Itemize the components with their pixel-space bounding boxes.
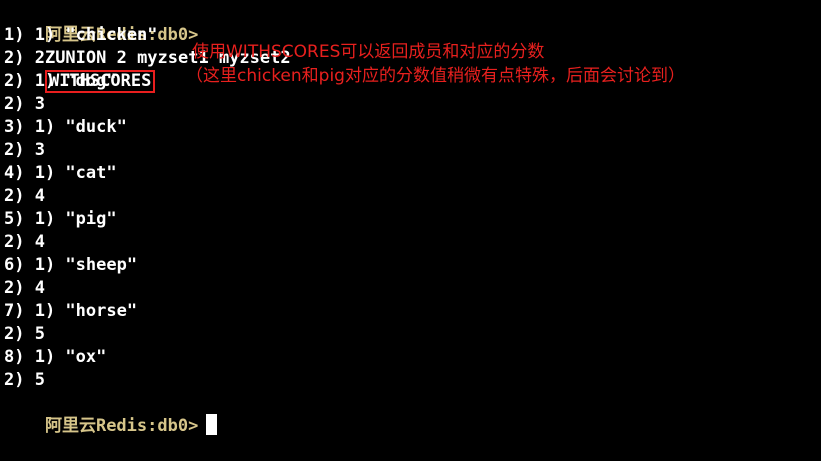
output-line: 2) 4 (4, 186, 45, 206)
command-line: 阿里云Redis:db0> ZUNION 2 myzset1 myzset2 W… (4, 1, 291, 93)
annotation-line-2: （这里chicken和pig对应的分数值稍微有点特殊，后面会讨论到） (186, 66, 685, 86)
annotation-line-1: 使用WITHSCORES可以返回成员和对应的分数 (192, 42, 545, 62)
text-cursor (206, 414, 218, 435)
output-line: 5) 1) "pig" (4, 209, 117, 229)
output-line: 1) 1) "chicken" (4, 25, 158, 45)
output-line: 2) 4 (4, 278, 45, 298)
output-line: 8) 1) "ox" (4, 347, 107, 367)
final-prompt-line[interactable]: 阿里云Redis:db0> (4, 391, 218, 436)
output-line: 2) 3 (4, 94, 45, 114)
output-line: 2) 5 (4, 324, 45, 344)
terminal-window[interactable]: 阿里云Redis:db0> ZUNION 2 myzset1 myzset2 W… (0, 0, 821, 436)
output-line: 4) 1) "cat" (4, 163, 117, 183)
output-line: 2) 5 (4, 370, 45, 390)
output-line: 3) 1) "duck" (4, 117, 127, 137)
prompt: 阿里云Redis:db0> (44, 416, 199, 436)
output-line: 2) 1) "dog" (4, 71, 117, 91)
output-line: 2) 4 (4, 232, 45, 252)
output-line: 6) 1) "sheep" (4, 255, 138, 275)
output-line: 7) 1) "horse" (4, 301, 138, 321)
output-line: 2) 3 (4, 140, 45, 160)
output-line: 2) 2 (4, 48, 45, 68)
